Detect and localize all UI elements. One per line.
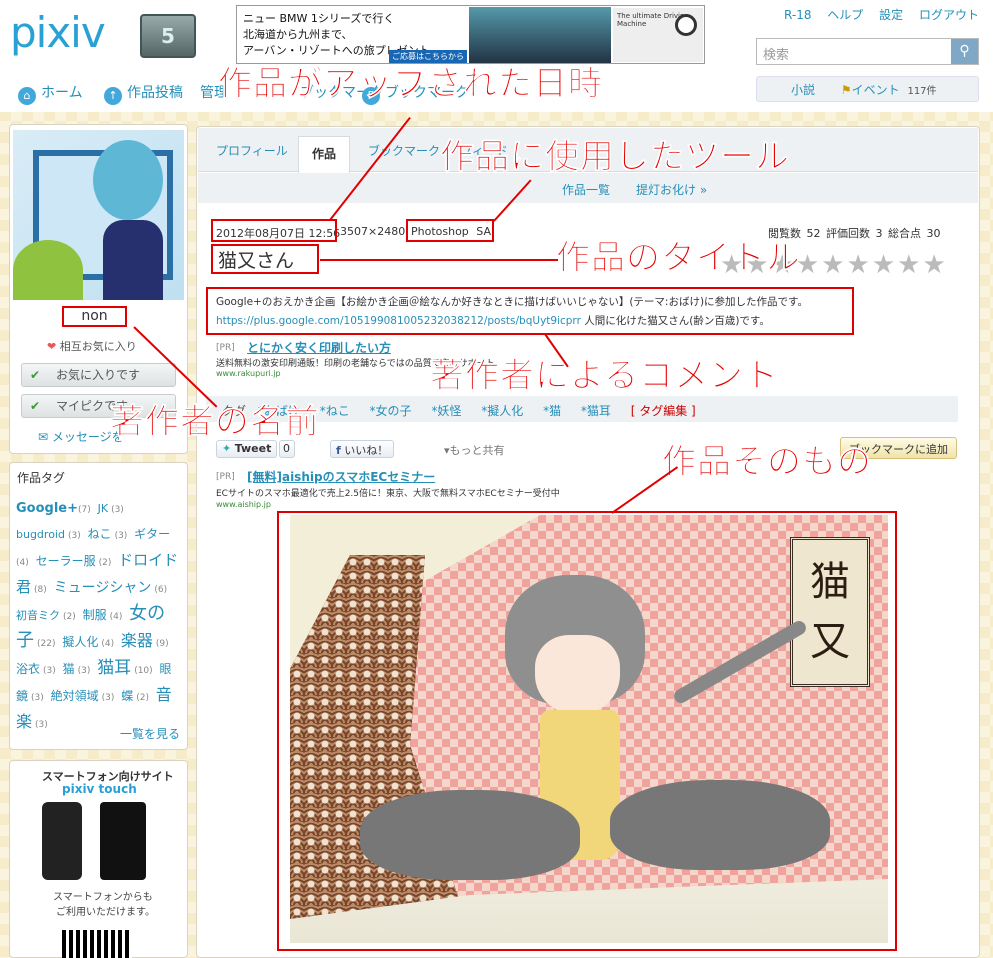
- logout-link[interactable]: ログアウト: [919, 8, 979, 22]
- search-icon[interactable]: ⚲: [951, 39, 978, 64]
- android-phone-image: [100, 802, 146, 880]
- tab-profile[interactable]: プロフィール: [216, 142, 288, 159]
- work-tag-personify[interactable]: *擬人化: [481, 404, 531, 418]
- qr-code: [62, 930, 132, 958]
- tag-butterfly[interactable]: 蝶 (2): [121, 689, 149, 703]
- tag-neko[interactable]: ねこ (3): [88, 527, 128, 541]
- character-hair: [93, 140, 163, 220]
- anniversary-badge: 5: [140, 14, 196, 58]
- sp-name: pixiv touch: [62, 782, 137, 796]
- nav-home[interactable]: ⌂ ホーム: [18, 82, 83, 105]
- r18-link[interactable]: R-18: [784, 8, 811, 22]
- work-tag-girl[interactable]: *女の子: [370, 404, 420, 418]
- tag-instrument[interactable]: 楽器 (9): [121, 631, 169, 650]
- tag-bugdroid[interactable]: bugdroid (3): [16, 528, 81, 541]
- like-button[interactable]: f いいね！: [330, 440, 395, 458]
- heart-icon: ❤: [47, 340, 57, 353]
- tab-works[interactable]: 作品: [298, 136, 350, 173]
- event-link[interactable]: イベント: [852, 83, 900, 97]
- annotation-uploaded: 作品がアップされた日時: [218, 64, 603, 105]
- tools-highlight: [406, 219, 494, 242]
- car-image: [469, 7, 611, 63]
- twitter-icon: ✦: [222, 442, 232, 455]
- work-tag-catears[interactable]: *猫耳: [581, 404, 619, 418]
- pr-url-1[interactable]: www.rakupuri.jp: [216, 369, 281, 378]
- avatar[interactable]: [13, 130, 184, 300]
- tag-edit-link[interactable]: [ タグ編集 ]: [631, 404, 696, 418]
- annotation-comment: 著作者によるコメント: [430, 356, 779, 397]
- tag-cloud: Google+(7) JK (3) bugdroid (3) ねこ (3) ギター(4…: [16, 496, 184, 737]
- home-icon: ⌂: [18, 87, 36, 105]
- sub-nav: 小説 ⚑イベント 117件: [756, 76, 979, 102]
- annotation-tool: 作品に使用したツール: [440, 137, 790, 178]
- character-body: [103, 220, 163, 300]
- pr-title-2[interactable]: [無料]aishipのスマホECセミナー: [247, 468, 435, 485]
- work-tag-youkai[interactable]: *妖怪: [431, 404, 469, 418]
- image-size: 3507×2480: [340, 225, 406, 238]
- flag-icon: ⚑: [840, 83, 852, 97]
- search-input[interactable]: 検索: [763, 44, 789, 63]
- check-icon: ✔: [30, 399, 41, 413]
- sp-text-2: ご利用いただけます。: [56, 907, 155, 918]
- tag-personify[interactable]: 擬人化 (4): [62, 635, 114, 649]
- ad-slogan: The ultimate Driving Machine: [613, 8, 703, 62]
- tag-uniform[interactable]: 制服 (4): [83, 608, 123, 622]
- sp-text-1: スマートフォンからも: [53, 892, 153, 903]
- favorite-button[interactable]: ✔ お気に入りです: [21, 363, 176, 387]
- title-highlight: [211, 244, 319, 274]
- mail-icon: ✉: [38, 430, 49, 444]
- bmw-ad-banner[interactable]: ニュー BMW 1シリーズで行く 北海道から九州まで、 アーバン・リゾートへの旅…: [236, 5, 705, 64]
- author-name[interactable]: non: [62, 306, 127, 327]
- works-list-link[interactable]: 作品一覧: [562, 181, 610, 198]
- annotation-author: 著作者の名前: [110, 402, 320, 443]
- tag-miku[interactable]: 初音ミク (2): [16, 609, 76, 622]
- android-figure: [13, 240, 83, 300]
- tag-google[interactable]: Google+(7): [16, 501, 91, 516]
- ad-line-2: 北海道から九州まで、: [243, 28, 353, 41]
- tag-yukata[interactable]: 浴衣 (3): [16, 662, 56, 676]
- search-box[interactable]: 検索 ⚲: [756, 38, 979, 65]
- event-count: 117件: [907, 86, 937, 97]
- pr-url-2[interactable]: www.aiship.jp: [216, 500, 271, 509]
- date-highlight: [211, 219, 337, 242]
- work-tag-cat[interactable]: *猫: [543, 404, 569, 418]
- ad-line-1: ニュー BMW 1シリーズで行く: [243, 12, 395, 25]
- mutual-favorite: ❤ 相互お気に入り: [47, 340, 137, 353]
- work-tag-neko[interactable]: *ねこ: [320, 404, 358, 418]
- tags-more-link[interactable]: 一覧を見る: [120, 725, 180, 742]
- tag-sailor[interactable]: セーラー服 (2): [36, 554, 112, 568]
- tag-cat[interactable]: 猫 (3): [63, 662, 91, 676]
- tag-jk[interactable]: JK (3): [98, 502, 124, 515]
- iphone-image: [42, 802, 82, 880]
- settings-link[interactable]: 設定: [879, 8, 903, 22]
- check-icon: ✔: [30, 368, 41, 382]
- novel-link[interactable]: 小説: [791, 83, 815, 97]
- pr-tag-1: [PR]: [216, 343, 235, 353]
- nav-upload[interactable]: ↑ 作品投稿: [104, 82, 183, 105]
- annotation-line-title: [320, 259, 558, 261]
- next-work-link[interactable]: 提灯お化け »: [636, 181, 707, 198]
- top-links: R-18 ヘルプ 設定 ログアウト: [772, 6, 979, 23]
- more-share[interactable]: ▾もっと共有: [444, 442, 505, 458]
- tweet-count: 0: [279, 440, 295, 458]
- tags-title: 作品タグ: [17, 471, 66, 485]
- upload-icon: ↑: [104, 87, 122, 105]
- work-highlight: [277, 511, 897, 951]
- tag-musician[interactable]: ミュージシャン (6): [54, 580, 167, 596]
- pr-title-1[interactable]: とにかく安く印刷したい方: [247, 339, 391, 356]
- facebook-icon: f: [336, 444, 341, 457]
- tweet-button[interactable]: ✦ Tweet: [216, 440, 278, 458]
- comment-highlight: [206, 287, 854, 335]
- pr-desc-2: ECサイトのスマホ最適化で売上2.5倍に！東京、大阪で無料スマホECセミナー受付…: [216, 489, 560, 499]
- pixiv-logo[interactable]: pixiv: [10, 8, 106, 57]
- tag-catears[interactable]: 猫耳 (10): [97, 658, 152, 678]
- annotation-title: 作品のタイトル: [556, 238, 801, 279]
- tag-zettai[interactable]: 絶対領域 (3): [51, 689, 115, 703]
- help-link[interactable]: ヘルプ: [827, 8, 863, 22]
- annotation-work: 作品そのもの: [662, 442, 872, 483]
- ad-apply-button[interactable]: ご応募はこちらから: [389, 50, 467, 63]
- bmw-logo-icon: [675, 14, 697, 36]
- pr-tag-2: [PR]: [216, 472, 235, 482]
